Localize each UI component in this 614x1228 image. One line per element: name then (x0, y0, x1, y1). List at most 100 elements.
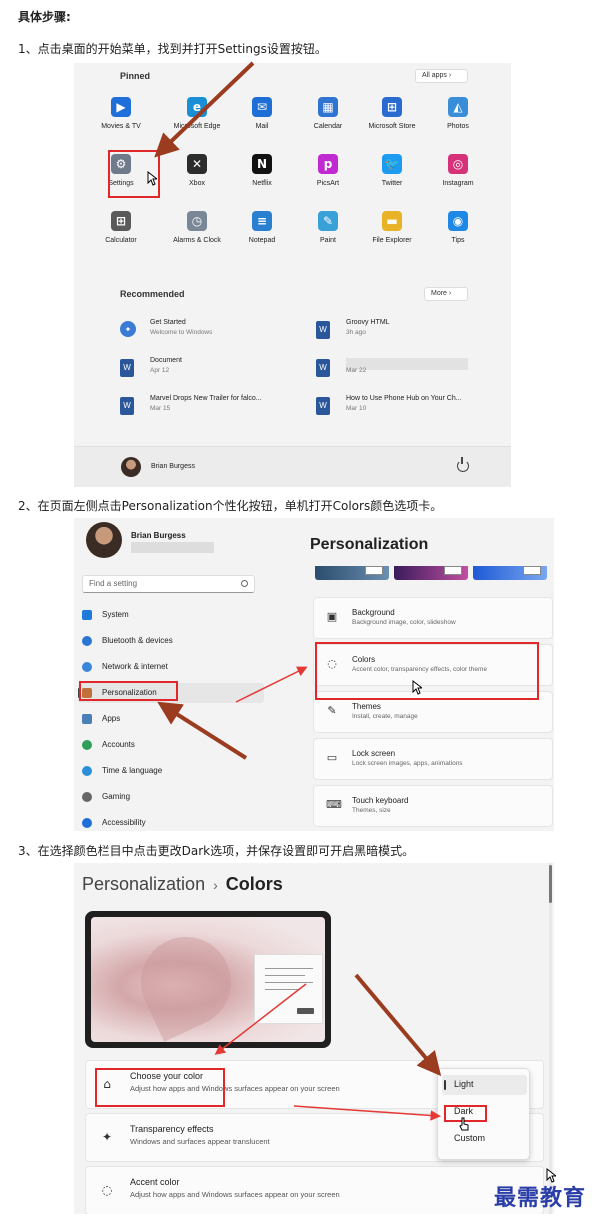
accessibility-icon (82, 818, 92, 828)
recommended-item[interactable]: W Groovy HTML 3h ago (316, 319, 496, 345)
sidebar-item-apps[interactable]: Apps (78, 709, 264, 729)
all-apps-button[interactable]: All apps › (415, 69, 468, 83)
sidebar-item-network-internet[interactable]: Network & internet (78, 657, 264, 677)
movies-tv-icon: ▶ (111, 97, 131, 117)
breadcrumb: Personalization › Colors (82, 874, 283, 895)
recommended-subtitle: Welcome to Windows (150, 329, 213, 336)
app-tile[interactable]: p PicsArt (298, 154, 358, 187)
app-tile[interactable]: ⊞ Microsoft Store (362, 97, 422, 130)
card-title: Background (352, 608, 395, 617)
app-tile[interactable]: ✎ Paint (298, 211, 358, 244)
theme-thumbnail[interactable] (315, 566, 389, 580)
app-tile[interactable]: N Netflix (232, 154, 292, 187)
sidebar-item-label: Bluetooth & devices (102, 636, 173, 645)
gaming-icon (82, 792, 92, 802)
recommended-subtitle: Apr 12 (150, 367, 170, 374)
sidebar-item-label: Time & language (102, 766, 163, 775)
apps-icon (82, 714, 92, 724)
app-tile[interactable]: ◷ Alarms & Clock (167, 211, 227, 244)
app-tile[interactable]: ◭ Photos (428, 97, 488, 130)
section-heading: 具体步骤: (18, 10, 71, 24)
avatar[interactable] (86, 522, 122, 558)
recommended-item[interactable]: W How to Use Phone Hub on Your Ch... Mar 1… (316, 395, 496, 421)
recommended-item[interactable]: W Mar 22 (316, 357, 496, 383)
word-doc-icon: W (316, 321, 330, 339)
card-subtitle: Lock screen images, apps, animations (352, 760, 463, 767)
dropdown-option-label: Light (454, 1079, 474, 1089)
find-setting-input[interactable]: Find a setting (82, 575, 255, 593)
page-title: Personalization (310, 536, 429, 553)
tips-icon: ◉ (448, 211, 468, 231)
recommended-title: Get Started (150, 319, 186, 326)
recommended-subtitle: 3h ago (346, 329, 366, 336)
calendar-icon: ▦ (318, 97, 338, 117)
app-tile[interactable]: ◎ Instagram (428, 154, 488, 187)
app-tile[interactable]: ▦ Calendar (298, 97, 358, 130)
sidebar-item-label: Apps (102, 714, 121, 723)
app-label: Mail (255, 123, 269, 130)
accounts-icon (82, 740, 92, 750)
app-tile[interactable]: ✉ Mail (232, 97, 292, 130)
wallpaper-preview (91, 917, 325, 1042)
sidebar-item-time-language[interactable]: Time & language (78, 761, 264, 781)
colors-screenshot: Personalization › Colors ⌂ Choose your colo… (74, 863, 554, 1214)
option-subtitle: Adjust how apps and Windows surfaces app… (130, 1190, 340, 1199)
pinned-title: Pinned (120, 71, 151, 81)
recommended-subtitle: Mar 10 (346, 405, 367, 412)
step-3-text: 3、在选择颜色栏目中点击更改Dark选项，并保存设置即可开启黑暗模式。 (18, 844, 415, 858)
word-doc-icon: W (316, 397, 330, 415)
app-tile[interactable]: ▬ File Explorer (362, 211, 422, 244)
settings-card-touch-keyboard[interactable]: ⌨ Touch keyboard Themes, size (313, 785, 553, 827)
user-name[interactable]: Brian Burgess (151, 463, 195, 470)
app-tile[interactable]: ⊞ Calculator (91, 211, 151, 244)
sidebar-item-accounts[interactable]: Accounts (78, 735, 264, 755)
app-tile[interactable]: e Microsoft Edge (167, 97, 227, 130)
app-label: PicsArt (316, 180, 340, 187)
breadcrumb-parent[interactable]: Personalization (82, 874, 205, 894)
settings-card-background[interactable]: ▣ Background Background image, color, slid… (313, 597, 553, 639)
sidebar-item-bluetooth-devices[interactable]: Bluetooth & devices (78, 631, 264, 651)
scrollbar[interactable] (549, 863, 552, 1214)
twitter-icon: 🐦 (382, 154, 402, 174)
app-tile[interactable]: 🐦 Twitter (362, 154, 422, 187)
app-label: Tips (451, 237, 465, 244)
mouse-cursor-icon (412, 680, 422, 695)
hand-cursor-icon (459, 1117, 469, 1131)
app-label: Netflix (252, 180, 272, 187)
power-icon[interactable] (457, 457, 469, 472)
breadcrumb-current: Colors (225, 874, 283, 894)
theme-thumbnail[interactable] (394, 566, 468, 580)
dropdown-option-light[interactable]: Light (442, 1075, 527, 1095)
app-tile[interactable]: ✕ Xbox (167, 154, 227, 187)
app-label: Notepad (248, 237, 276, 244)
recommended-item[interactable]: ✦ Get Started Welcome to Windows (120, 319, 300, 345)
start-menu-screenshot: Pinned All apps › ▶ Movies & TV e Microsoft… (74, 63, 511, 487)
clock-icon: ◷ (187, 211, 207, 231)
app-tile[interactable]: ≡ Notepad (232, 211, 292, 244)
scrollbar-thumb[interactable] (549, 865, 552, 903)
app-label: Microsoft Store (368, 123, 416, 130)
app-tile[interactable]: ▶ Movies & TV (91, 97, 151, 130)
bluetooth-icon (82, 636, 92, 646)
theme-thumbnail[interactable] (473, 566, 547, 580)
app-label: Movies & TV (101, 123, 141, 130)
get-started-icon: ✦ (120, 321, 136, 337)
avatar[interactable] (121, 457, 141, 477)
dropdown-option-custom[interactable]: Custom (442, 1129, 527, 1149)
recommended-item[interactable]: W Document Apr 12 (120, 357, 300, 383)
instagram-icon: ◎ (448, 154, 468, 174)
card-title: Themes (352, 702, 381, 711)
file-explorer-icon: ▬ (382, 211, 402, 231)
app-tile[interactable]: ◉ Tips (428, 211, 488, 244)
sidebar-item-accessibility[interactable]: Accessibility (78, 813, 264, 831)
sidebar-item-label: Accessibility (102, 818, 146, 827)
search-icon (241, 580, 248, 587)
dropdown-option-label: Custom (454, 1133, 486, 1143)
color-option-accent-color[interactable]: ◌ Accent color Adjust how apps and Windows… (85, 1166, 544, 1214)
settings-card-lock-screen[interactable]: ▭ Lock screen Lock screen images, apps, an… (313, 738, 553, 780)
recommended-item[interactable]: W Marvel Drops New Trailer for falco... Ma… (120, 395, 300, 421)
more-button[interactable]: More › (424, 287, 468, 301)
sidebar-item-gaming[interactable]: Gaming (78, 787, 264, 807)
sidebar-item-system[interactable]: System (78, 605, 264, 625)
word-doc-icon: W (316, 359, 330, 377)
